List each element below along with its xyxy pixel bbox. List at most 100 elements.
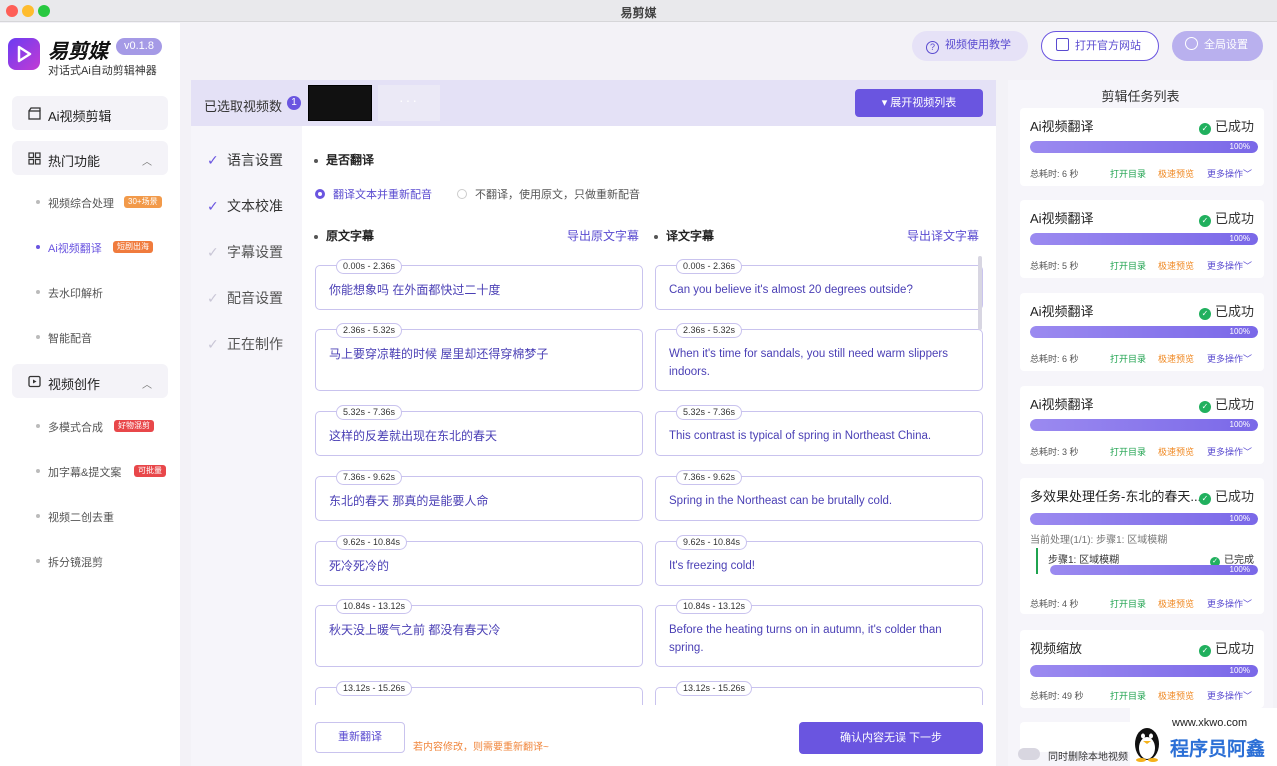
sidebar-item-multimode[interactable]: 多模式合成 <box>48 419 103 435</box>
task-card[interactable]: 多效果处理任务-东北的春天... ✓ 已成功 100% 当前处理(1/1): 步骤… <box>1020 478 1264 614</box>
tutorial-button[interactable]: ? 视频使用教学 <box>912 31 1028 61</box>
fast-preview-link[interactable]: 极速预览 <box>1158 259 1194 272</box>
source-subtitle-card[interactable]: 10.84s - 13.12s 秋天没上暖气之前 都没有春天冷 <box>315 599 643 667</box>
target-subtitle-text[interactable]: Spring in the Northeast can be brutally … <box>669 492 970 510</box>
delete-local-video-toggle[interactable] <box>1018 748 1040 760</box>
step-subtitle[interactable]: ✓ 字幕设置 <box>207 242 283 262</box>
open-folder-link[interactable]: 打开目录 <box>1110 689 1146 702</box>
nav-dot <box>36 335 40 339</box>
target-subtitle-text[interactable]: Before the heating turns on in autumn, i… <box>669 621 970 657</box>
source-subtitle-card[interactable]: 13.12s - 15.26s <box>315 681 643 705</box>
task-card[interactable]: Ai视频翻译 ✓ 已成功 100% 总耗时: 5 秒 打开目录 极速预览 更多操作… <box>1020 200 1264 278</box>
open-folder-link[interactable]: 打开目录 <box>1110 259 1146 272</box>
official-site-button[interactable]: 打开官方网站 <box>1041 31 1159 61</box>
export-source-link[interactable]: 导出原文字幕 <box>567 227 639 244</box>
sidebar-item-watermark[interactable]: 去水印解析 <box>48 285 103 301</box>
task-progress-bar: 100% <box>1030 141 1258 153</box>
source-subtitle-text[interactable]: 东北的春天 那真的是能要人命 <box>329 492 630 510</box>
target-subtitle-card[interactable]: 5.32s - 7.36s This contrast is typical o… <box>655 405 983 456</box>
export-target-link[interactable]: 导出译文字幕 <box>907 227 979 244</box>
target-subtitle-text[interactable]: This contrast is typical of spring in No… <box>669 427 970 445</box>
sidebar-item-dedupe[interactable]: 视频二创去重 <box>48 509 114 525</box>
source-subtitle-card[interactable]: 2.36s - 5.32s 马上要穿凉鞋的时候 屋里却还得穿棉梦子 <box>315 323 643 391</box>
nav-group-creation[interactable]: 视频创作 ︿ <box>12 364 168 398</box>
more-actions-link[interactable]: 更多操作﹀ <box>1207 352 1252 365</box>
translate-question: 是否翻译 <box>314 151 374 168</box>
more-thumbnails[interactable]: ··· <box>378 85 440 121</box>
expand-video-list-button[interactable]: ▾ 展开视频列表 <box>855 89 983 117</box>
confirm-next-button[interactable]: 确认内容无误 下一步 <box>799 722 983 754</box>
step-producing[interactable]: ✓ 正在制作 <box>207 334 283 354</box>
task-status: ✓ 已成功 <box>1198 394 1254 413</box>
sidebar-item-ai-translate[interactable]: Ai视频翻译 <box>48 240 102 256</box>
sidebar: 易剪媒 v0.1.8 对话式Ai自动剪辑神器 Ai视频剪辑 热门功能 ︿ 视频综… <box>0 23 180 766</box>
sidebar-item-video-processing[interactable]: 视频综合处理 <box>48 195 114 211</box>
fast-preview-link[interactable]: 极速预览 <box>1158 352 1194 365</box>
target-subtitle-card[interactable]: 0.00s - 2.36s Can you believe it's almos… <box>655 259 983 310</box>
more-actions-link[interactable]: 更多操作﹀ <box>1207 259 1252 272</box>
more-actions-link[interactable]: 更多操作﹀ <box>1207 445 1252 458</box>
task-card[interactable]: 视频缩放 ✓ 已成功 100% 总耗时: 49 秒 打开目录 极速预览 更多操作﹀ <box>1020 630 1264 708</box>
task-card[interactable]: Ai视频翻译 ✓ 已成功 100% 总耗时: 6 秒 打开目录 极速预览 更多操作… <box>1020 293 1264 371</box>
retranslate-button[interactable]: 重新翻译 <box>315 722 405 753</box>
source-subtitle-text[interactable]: 死冷死冷的 <box>329 557 630 575</box>
video-thumbnail[interactable] <box>308 85 372 121</box>
fast-preview-link[interactable]: 极速预览 <box>1158 689 1194 702</box>
more-actions-link[interactable]: 更多操作﹀ <box>1207 689 1252 702</box>
subtitle-time: 13.12s - 15.26s <box>336 681 413 696</box>
task-name: Ai视频翻译 <box>1030 397 1094 412</box>
sidebar-item-dubbing[interactable]: 智能配音 <box>48 330 92 346</box>
source-subtitle-card[interactable]: 7.36s - 9.62s 东北的春天 那真的是能要人命 <box>315 470 643 521</box>
sidebar-item-split-mix[interactable]: 拆分镜混剪 <box>48 554 103 570</box>
radio-translate-yes[interactable]: 翻译文本并重新配音 <box>315 186 432 202</box>
step-language[interactable]: ✓ 语言设置 <box>207 150 283 170</box>
source-subtitle-text[interactable]: 你能想象吗 在外面都快过二十度 <box>329 281 630 299</box>
source-subtitle-text[interactable]: 这样的反差就出现在东北的春天 <box>329 427 630 445</box>
target-subtitle-card[interactable]: 13.12s - 15.26s <box>655 681 983 705</box>
chevron-down-icon: ﹀ <box>1243 599 1253 609</box>
open-folder-link[interactable]: 打开目录 <box>1110 597 1146 610</box>
source-subtitle-text[interactable]: 马上要穿凉鞋的时候 屋里却还得穿棉梦子 <box>329 345 630 363</box>
official-site-label: 打开官方网站 <box>1075 40 1141 52</box>
task-card[interactable]: Ai视频翻译 ✓ 已成功 100% 总耗时: 6 秒 打开目录 极速预览 更多操作… <box>1020 108 1264 186</box>
chevron-up-icon: ︿ <box>142 157 152 168</box>
subtitle-scrollbar[interactable] <box>978 256 982 330</box>
clapperboard-icon <box>28 107 41 120</box>
watermark-name: 程序员阿鑫 <box>1170 739 1266 760</box>
target-subtitle-card[interactable]: 10.84s - 13.12s Before the heating turns… <box>655 599 983 667</box>
step-text-calibration[interactable]: ✓ 文本校准 <box>207 196 283 216</box>
source-subtitle-card[interactable]: 0.00s - 2.36s 你能想象吗 在外面都快过二十度 <box>315 259 643 310</box>
fast-preview-link[interactable]: 极速预览 <box>1158 167 1194 180</box>
task-panel: 剪辑任务列表 Ai视频翻译 ✓ 已成功 100% 总耗时: 6 秒 打开目录 极速… <box>1008 80 1273 766</box>
global-settings-button[interactable]: 全局设置 <box>1172 31 1263 61</box>
target-subtitle-text[interactable]: It's freezing cold! <box>669 557 970 575</box>
check-icon: ✓ <box>207 290 219 306</box>
source-subtitle-text[interactable]: 秋天没上暖气之前 都没有春天冷 <box>329 621 630 639</box>
nav-dot <box>36 469 40 473</box>
sidebar-item-add-subtitles[interactable]: 加字幕&提文案 <box>48 464 121 480</box>
target-subtitle-card[interactable]: 9.62s - 10.84s It's freezing cold! <box>655 535 983 586</box>
nav-dot <box>36 200 40 204</box>
target-subtitle-card[interactable]: 2.36s - 5.32s When it's time for sandals… <box>655 323 983 391</box>
gear-icon <box>1185 37 1198 50</box>
target-subtitle-text[interactable]: When it's time for sandals, you still ne… <box>669 345 970 381</box>
target-subtitle-card[interactable]: 7.36s - 9.62s Spring in the Northeast ca… <box>655 470 983 521</box>
source-subtitle-card[interactable]: 5.32s - 7.36s 这样的反差就出现在东北的春天 <box>315 405 643 456</box>
open-folder-link[interactable]: 打开目录 <box>1110 167 1146 180</box>
open-folder-link[interactable]: 打开目录 <box>1110 352 1146 365</box>
nav-ai-video-edit[interactable]: Ai视频剪辑 <box>12 96 168 130</box>
radio-translate-no[interactable]: 不翻译，使用原文，只做重新配音 <box>457 186 640 202</box>
task-status: ✓ 已成功 <box>1198 486 1254 505</box>
fast-preview-link[interactable]: 极速预览 <box>1158 597 1194 610</box>
source-subtitle-card[interactable]: 9.62s - 10.84s 死冷死冷的 <box>315 535 643 586</box>
app-logo <box>8 38 40 70</box>
more-actions-link[interactable]: 更多操作﹀ <box>1207 597 1252 610</box>
nav-group-hot[interactable]: 热门功能 ︿ <box>12 141 168 175</box>
more-actions-link[interactable]: 更多操作﹀ <box>1207 167 1252 180</box>
open-folder-link[interactable]: 打开目录 <box>1110 445 1146 458</box>
fast-preview-link[interactable]: 极速预览 <box>1158 445 1194 458</box>
target-subtitle-text[interactable]: Can you believe it's almost 20 degrees o… <box>669 281 970 299</box>
step-dubbing[interactable]: ✓ 配音设置 <box>207 288 283 308</box>
task-card[interactable]: Ai视频翻译 ✓ 已成功 100% 总耗时: 3 秒 打开目录 极速预览 更多操作… <box>1020 386 1264 464</box>
success-icon: ✓ <box>1198 123 1211 135</box>
